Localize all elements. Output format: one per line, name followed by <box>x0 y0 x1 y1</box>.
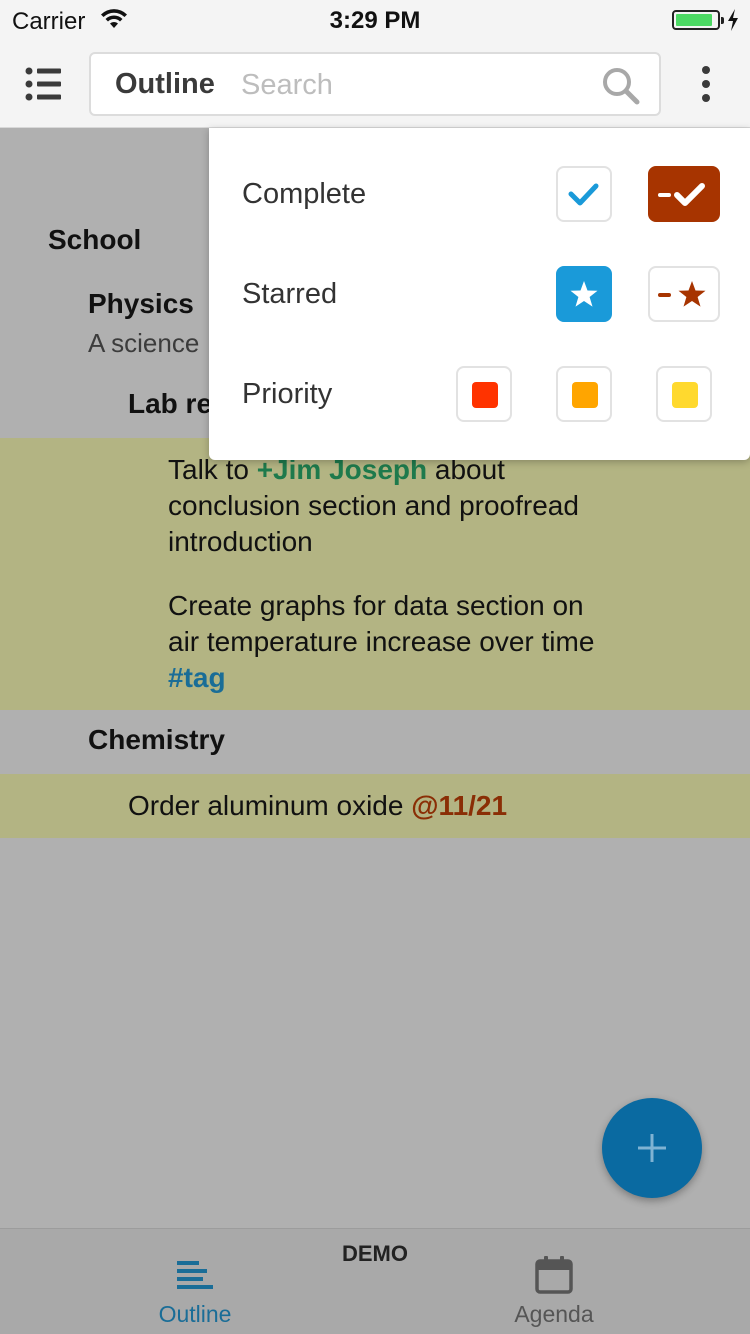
hide-complete-button[interactable] <box>648 166 720 222</box>
hide-starred-button[interactable] <box>648 266 720 322</box>
task-item[interactable]: Order aluminum oxide @11/21 <box>0 774 750 838</box>
checkmark-icon <box>568 183 599 206</box>
outline-lines-icon <box>177 1261 213 1289</box>
priority-high-button[interactable] <box>456 366 512 422</box>
star-icon <box>570 281 598 307</box>
task-item[interactable]: Create graphs for data section on air te… <box>168 588 728 696</box>
show-complete-button[interactable] <box>556 166 612 222</box>
task-line: Create graphs for data section on <box>168 590 584 621</box>
hashtag[interactable]: #tag <box>168 662 226 693</box>
task-line: conclusion section and proofread <box>168 490 579 521</box>
outline-item-chemistry[interactable]: Chemistry <box>88 724 225 756</box>
task-text: Order aluminum oxide <box>128 790 412 821</box>
priority-medium-button[interactable] <box>556 366 612 422</box>
minus-checkmark-icon <box>658 183 705 206</box>
tab-bar: DEMO Outline Agenda <box>0 1228 750 1334</box>
tab-outline-label: Outline <box>158 1301 232 1327</box>
minus-star-icon <box>658 281 706 307</box>
task-line: air temperature increase over time <box>168 626 595 657</box>
search-input[interactable] <box>241 66 591 104</box>
task-line: Order aluminum oxide @11/21 <box>128 788 507 824</box>
more-vertical-icon[interactable] <box>690 64 722 104</box>
task-line: introduction <box>168 526 313 557</box>
show-starred-button[interactable] <box>556 266 612 322</box>
list-icon[interactable] <box>24 64 64 104</box>
tab-agenda-label: Agenda <box>514 1301 594 1327</box>
add-item-button[interactable] <box>602 1098 702 1198</box>
outline-item-school[interactable]: School <box>48 224 141 256</box>
outline-item-lab-report[interactable]: Lab re <box>128 388 212 420</box>
search-scope-label[interactable]: Outline <box>115 68 215 101</box>
filter-label-priority: Priority <box>242 378 333 410</box>
priority-high-swatch <box>472 382 498 408</box>
filter-label-complete: Complete <box>242 178 367 210</box>
battery-fill <box>676 14 712 26</box>
outline-item-physics[interactable]: Physics <box>88 288 194 320</box>
priority-medium-swatch <box>572 382 598 408</box>
calendar-icon <box>535 1256 573 1294</box>
filter-dropdown: Complete Starred Priority <box>209 128 750 460</box>
task-group: Talk to +Jim Joseph about conclusion sec… <box>0 438 750 710</box>
charging-bolt-icon <box>728 9 738 31</box>
clock: 3:29 PM <box>329 7 421 34</box>
tab-agenda[interactable]: Agenda <box>454 1229 654 1334</box>
priority-low-swatch <box>672 382 698 408</box>
plus-icon <box>638 1134 666 1162</box>
status-bar: Carrier 3:29 PM <box>0 0 750 40</box>
priority-low-button[interactable] <box>656 366 712 422</box>
filter-label-starred: Starred <box>242 278 338 310</box>
search-bar[interactable]: Outline <box>89 52 661 116</box>
date-tag[interactable]: @11/21 <box>411 790 507 821</box>
physics-note: A science <box>88 328 200 358</box>
top-toolbar: Outline <box>0 40 750 128</box>
tab-outline[interactable]: Outline <box>95 1229 295 1334</box>
list-item[interactable]: Chemistry <box>0 724 750 764</box>
task-item[interactable]: Talk to +Jim Joseph about conclusion sec… <box>168 452 728 560</box>
battery-icon <box>672 10 724 30</box>
search-icon[interactable] <box>601 66 641 106</box>
